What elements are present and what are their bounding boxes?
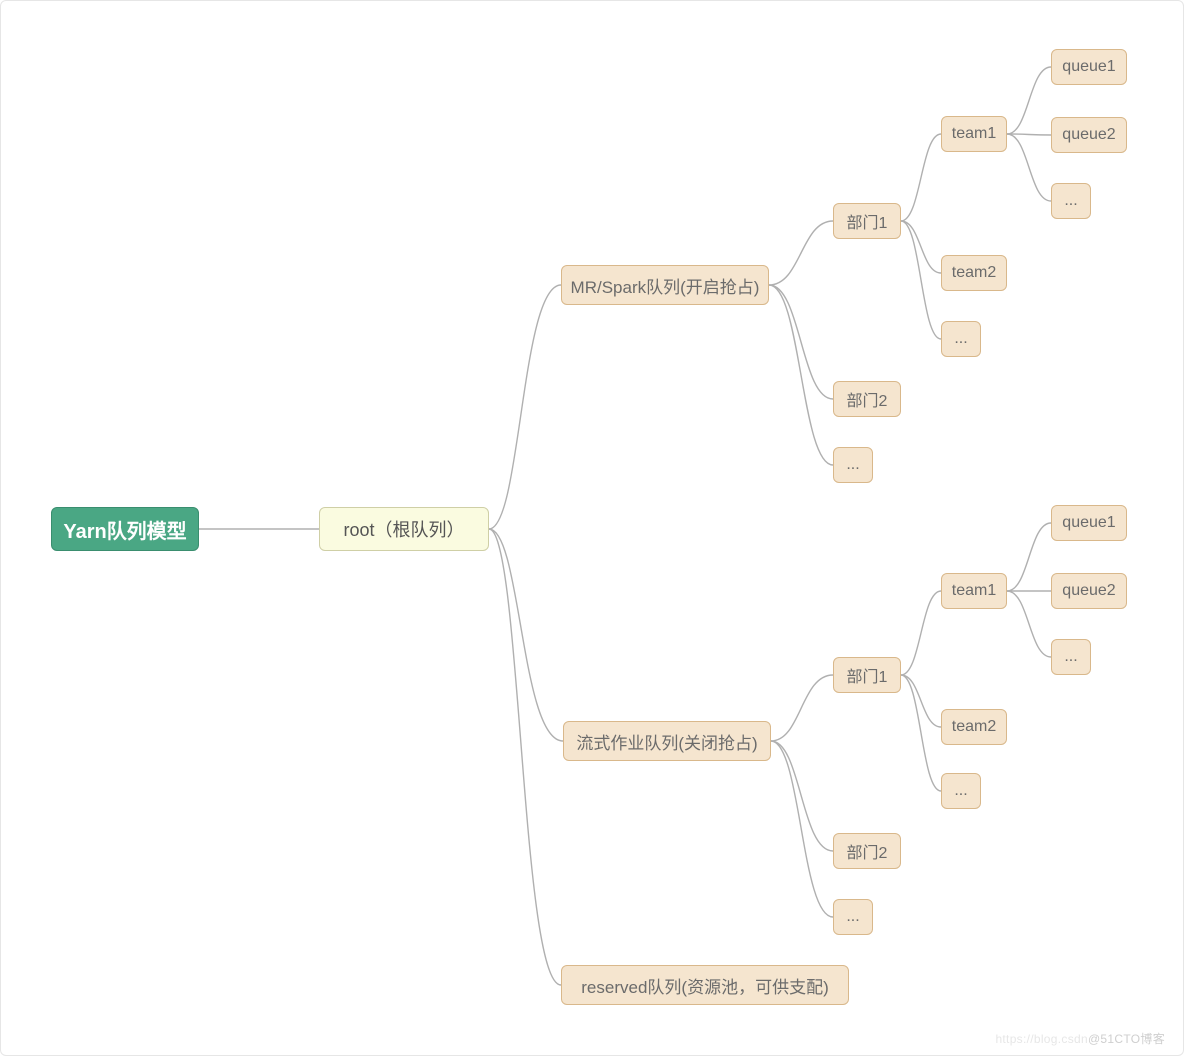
node-dept1-bot[interactable]: 部门1	[833, 657, 901, 693]
node-mrspark[interactable]: MR/Spark队列(开启抢占)	[561, 265, 769, 305]
node-queue2-top[interactable]: queue2	[1051, 117, 1127, 153]
node-team-ellipsis-bot[interactable]: ...	[941, 773, 981, 809]
watermark: https://blog.csdn@51CTO博客	[995, 1030, 1165, 1047]
node-root[interactable]: root（根队列）	[319, 507, 489, 551]
root-title[interactable]: Yarn队列模型	[51, 507, 199, 551]
node-queue1-top[interactable]: queue1	[1051, 49, 1127, 85]
node-queue2-bot[interactable]: queue2	[1051, 573, 1127, 609]
node-dept2-top[interactable]: 部门2	[833, 381, 901, 417]
node-team1-top[interactable]: team1	[941, 116, 1007, 152]
node-team-ellipsis-top[interactable]: ...	[941, 321, 981, 357]
node-team1-bot[interactable]: team1	[941, 573, 1007, 609]
node-queue-ellipsis-bot[interactable]: ...	[1051, 639, 1091, 675]
node-dept-ellipsis-bot[interactable]: ...	[833, 899, 873, 935]
watermark-left: https://blog.csdn	[995, 1032, 1088, 1046]
node-stream[interactable]: 流式作业队列(关闭抢占)	[563, 721, 771, 761]
node-reserved[interactable]: reserved队列(资源池，可供支配)	[561, 965, 849, 1005]
node-queue-ellipsis-top[interactable]: ...	[1051, 183, 1091, 219]
node-team2-bot[interactable]: team2	[941, 709, 1007, 745]
mindmap-canvas: Yarn队列模型 root（根队列） MR/Spark队列(开启抢占) 流式作业…	[0, 0, 1184, 1056]
watermark-right: @51CTO博客	[1088, 1032, 1165, 1046]
node-dept1-top[interactable]: 部门1	[833, 203, 901, 239]
node-dept-ellipsis-top[interactable]: ...	[833, 447, 873, 483]
node-queue1-bot[interactable]: queue1	[1051, 505, 1127, 541]
node-dept2-bot[interactable]: 部门2	[833, 833, 901, 869]
node-team2-top[interactable]: team2	[941, 255, 1007, 291]
